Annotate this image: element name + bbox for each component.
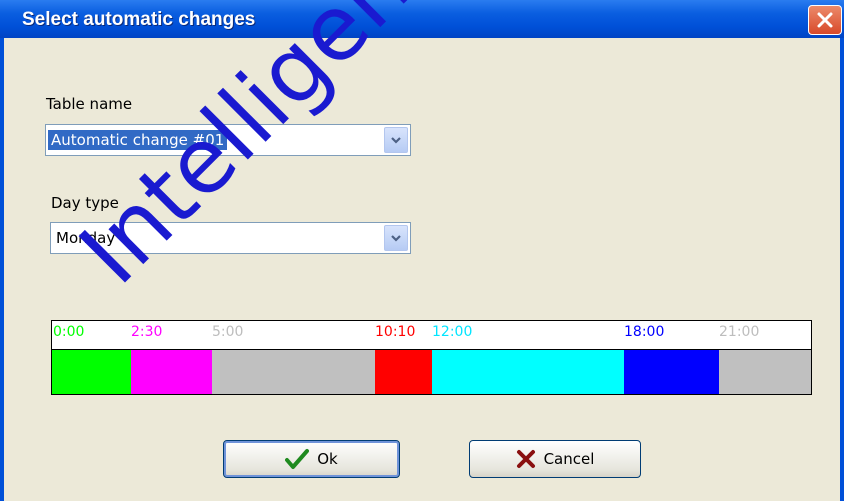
tick-label: 21:00 [719,324,760,340]
tick-label: 12:00 [432,324,473,340]
timeline-segment[interactable] [212,350,375,394]
window-frame-left [0,38,4,501]
table-name-combo[interactable]: Automatic change #01 [45,124,411,156]
timeline-bar[interactable] [51,349,812,395]
chevron-down-icon [391,235,401,242]
table-name-label: Table name [46,95,133,113]
cross-icon [516,450,535,468]
timeline-segment[interactable] [375,350,432,394]
timeline-segment[interactable] [432,350,624,394]
ok-button[interactable]: Ok [223,440,400,478]
timeline-segment[interactable] [719,350,811,394]
timeline-segment[interactable] [131,350,212,394]
tick-label: 5:00 [212,324,244,340]
checkmark-icon [285,449,310,469]
window-frame-right [840,38,844,501]
tick-label: 10:10 [375,324,416,340]
cancel-button-label: Cancel [543,450,595,468]
tick-label: 18:00 [624,324,665,340]
table-name-value: Automatic change #01 [48,130,228,150]
day-type-dropdown-button[interactable] [384,225,408,251]
chevron-down-icon [391,137,401,144]
close-icon [817,12,833,28]
day-type-label: Day type [51,194,119,212]
day-type-combo[interactable]: Monday [50,222,411,254]
table-name-dropdown-button[interactable] [384,127,408,153]
window-title: Select automatic changes [22,9,256,30]
day-type-value: Monday [56,229,116,247]
tick-label: 0:00 [53,324,85,340]
timeline-segment[interactable] [624,350,719,394]
tick-label: 2:30 [131,324,163,340]
timeline-header: 0:00 2:30 5:00 10:10 12:00 18:00 21:00 [51,320,812,350]
timeline-segment[interactable] [52,350,131,394]
title-bar[interactable]: Select automatic changes [0,0,844,38]
ok-button-label: Ok [317,450,338,468]
cancel-button[interactable]: Cancel [469,440,641,478]
close-button[interactable] [808,5,842,35]
